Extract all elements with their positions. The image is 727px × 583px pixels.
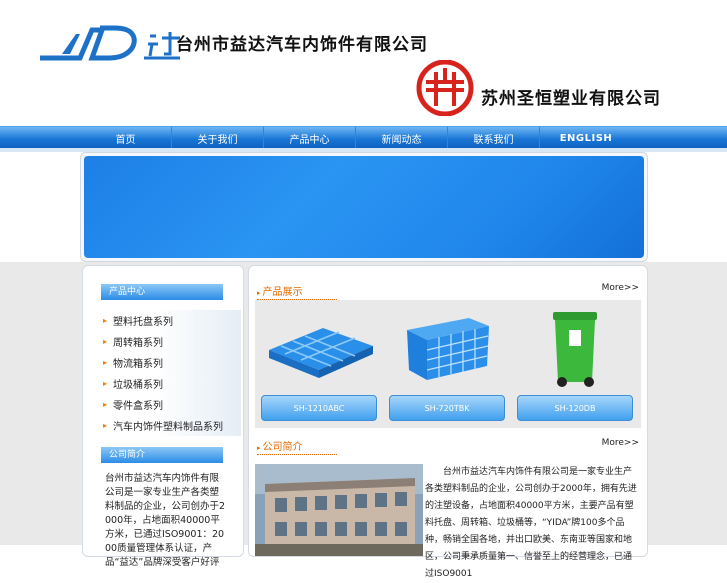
products-title-text: 产品展示 xyxy=(262,287,303,298)
product-gallery: SH-1210ABC SH-720TBK SH-120DB xyxy=(255,300,641,428)
nav-home[interactable]: 首页 xyxy=(80,127,172,149)
nav-english[interactable]: ENGLISH xyxy=(540,127,632,149)
about-title-text: 公司简介 xyxy=(262,442,303,453)
products-more-link[interactable]: More>> xyxy=(602,283,639,293)
product-card[interactable]: SH-1210ABC xyxy=(261,300,379,424)
yida-logo-icon[interactable] xyxy=(40,24,188,64)
arrow-right-icon: ▸ xyxy=(103,400,108,409)
product-card[interactable]: SH-120DB xyxy=(517,300,635,424)
product-label[interactable]: SH-120DB xyxy=(517,395,633,421)
crate-image xyxy=(407,318,489,380)
arrow-right-icon: ▸ xyxy=(103,337,108,346)
pallet-image xyxy=(269,328,373,378)
nav-news[interactable]: 新闻动态 xyxy=(356,127,448,149)
company-name-yida: 台州市益达汽车内饰件有限公司 xyxy=(176,35,428,55)
arrow-right-icon: ▸ xyxy=(103,421,108,430)
factory-photo xyxy=(255,464,423,556)
shengheng-logo-icon[interactable] xyxy=(414,60,476,116)
about-text: 台州市益达汽车内饰件有限公司是一家专业生产各类塑料制品的企业，公司创办于2000… xyxy=(425,467,637,579)
nav-contact[interactable]: 联系我们 xyxy=(448,127,540,149)
about-section-title: ▸ 公司简介 xyxy=(257,438,337,455)
sidebar-item-turnover-boxes[interactable]: ▸ 周转箱系列 xyxy=(101,331,241,352)
sidebar-item-logistics-boxes[interactable]: ▸ 物流箱系列 xyxy=(101,352,241,373)
product-label[interactable]: SH-1210ABC xyxy=(261,395,377,421)
sidebar-item-label: 塑料托盘系列 xyxy=(113,317,173,328)
sidebar-item-label: 汽车内饰件塑料制品系列 xyxy=(113,422,223,433)
nav-products[interactable]: 产品中心 xyxy=(264,127,356,149)
banner xyxy=(84,156,644,258)
product-card[interactable]: SH-720TBK xyxy=(389,300,507,424)
arrow-right-icon: ▸ xyxy=(103,358,108,367)
trash-bin-image xyxy=(553,312,597,387)
sidebar-item-parts-boxes[interactable]: ▸ 零件盒系列 xyxy=(101,394,241,415)
arrow-right-icon: ▸ xyxy=(103,316,108,325)
sidebar-about-text: 台州市益达汽车内饰件有限公司是一家专业生产各类塑料制品的企业，公司创办于2000… xyxy=(105,473,226,568)
sidebar-about-heading: 公司简介 xyxy=(101,447,223,463)
sidebar-item-pallets[interactable]: ▸ 塑料托盘系列 xyxy=(101,310,241,331)
nav-about[interactable]: 关于我们 xyxy=(172,127,264,149)
sidebar-item-trash-bins[interactable]: ▸ 垃圾桶系列 xyxy=(101,373,241,394)
arrow-right-icon: ▸ xyxy=(103,379,108,388)
sidebar-item-label: 零件盒系列 xyxy=(113,401,163,412)
sidebar-products-heading: 产品中心 xyxy=(101,284,223,300)
about-more-link[interactable]: More>> xyxy=(602,438,639,448)
sidebar-item-label: 周转箱系列 xyxy=(113,338,163,349)
header: 台州市益达汽车内饰件有限公司 苏州圣恒塑业有限公司 xyxy=(0,0,727,126)
banner-frame xyxy=(80,152,648,262)
sidebar: 产品中心 ▸ 塑料托盘系列 ▸ 周转箱系列 ▸ 物流箱系列 ▸ 垃圾桶系列 ▸ 零件盒系列… xyxy=(82,265,244,568)
product-label[interactable]: SH-720TBK xyxy=(389,395,505,421)
arrow-right-icon: ▸ xyxy=(257,444,261,452)
sidebar-item-label: 物流箱系列 xyxy=(113,359,163,370)
main-nav: 首页 关于我们 产品中心 新闻动态 联系我们 ENGLISH xyxy=(0,126,727,149)
arrow-right-icon: ▸ xyxy=(257,289,261,297)
company-name-shengheng: 苏州圣恒塑业有限公司 xyxy=(481,89,661,109)
sidebar-item-auto-interior[interactable]: ▸ 汽车内饰件塑料制品系列 xyxy=(101,415,241,436)
sidebar-item-label: 垃圾桶系列 xyxy=(113,380,163,391)
main-content: ▸ 产品展示 More>> SH-1210ABC SH-720TBK SH-12… xyxy=(248,265,648,579)
sidebar-category-list: ▸ 塑料托盘系列 ▸ 周转箱系列 ▸ 物流箱系列 ▸ 垃圾桶系列 ▸ 零件盒系列 ▸ 汽车内… xyxy=(101,310,241,436)
products-section-title: ▸ 产品展示 xyxy=(257,283,337,300)
